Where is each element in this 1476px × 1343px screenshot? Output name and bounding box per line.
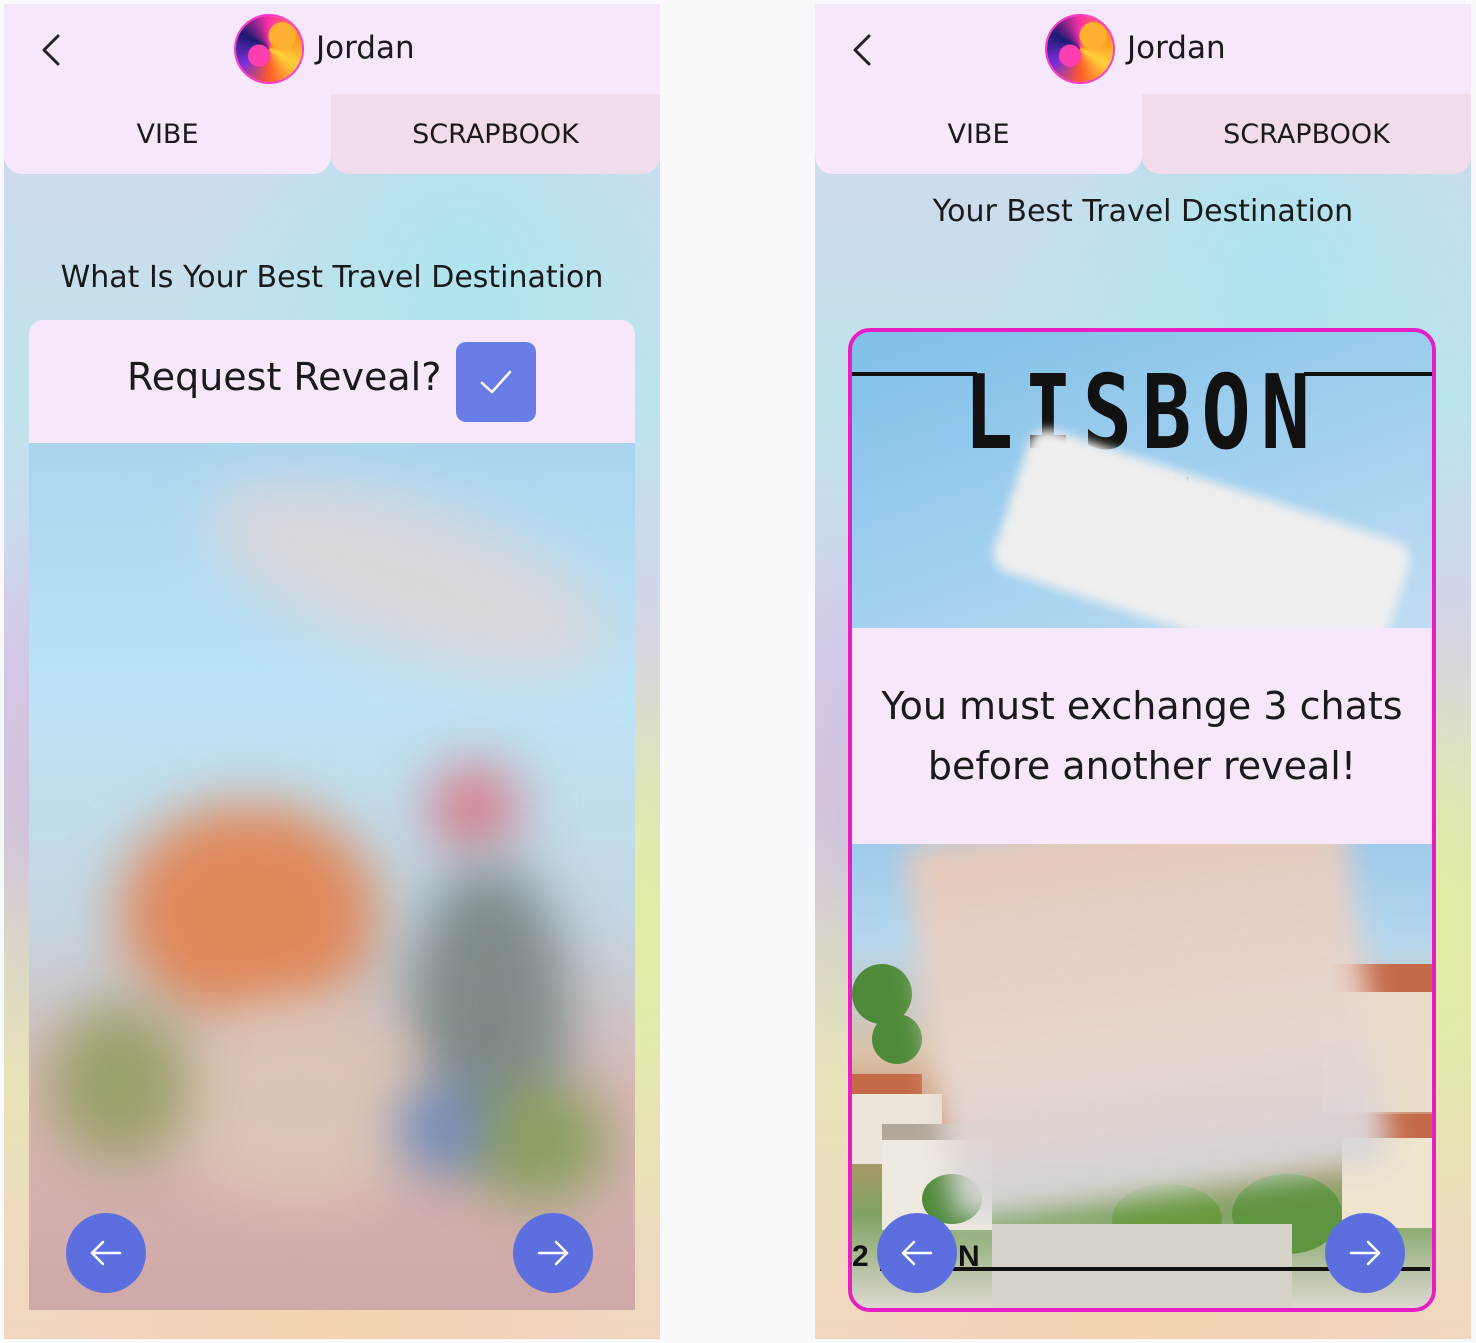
username: Jordan: [316, 30, 415, 66]
tab-scrapbook[interactable]: SCRAPBOOK: [331, 94, 660, 174]
screen-request-reveal: Jordan VIBE SCRAPBOOK What Is Your Best …: [4, 4, 660, 1339]
chevron-left-icon[interactable]: [34, 30, 70, 70]
prev-button[interactable]: [877, 1213, 957, 1293]
checkmark-icon: [480, 370, 512, 394]
arrow-right-icon: [537, 1240, 569, 1266]
poster-footer-left: 2: [852, 1240, 869, 1273]
next-button[interactable]: [513, 1213, 593, 1293]
tab-bar: VIBE SCRAPBOOK: [4, 94, 660, 174]
avatar[interactable]: [1047, 16, 1113, 82]
question-title: Your Best Travel Destination: [932, 194, 1354, 229]
reveal-limit-message: You must exchange 3 chats before another…: [852, 628, 1432, 844]
poster-footer-right: N: [958, 1240, 980, 1273]
tab-bar: VIBE SCRAPBOOK: [815, 94, 1471, 174]
message-line-1: You must exchange 3 chats: [881, 684, 1403, 728]
chevron-left-icon[interactable]: [845, 30, 881, 70]
avatar[interactable]: [236, 16, 302, 82]
poster-title: LISBON: [963, 354, 1321, 473]
top-bar: Jordan: [815, 4, 1471, 94]
arrow-left-icon: [901, 1240, 933, 1266]
arrow-right-icon: [1349, 1240, 1381, 1266]
username: Jordan: [1127, 30, 1226, 66]
blurred-overlay: [902, 844, 1392, 1223]
poster-image-top: LISBON ORTUGAL: [852, 332, 1432, 691]
request-reveal-bar: Request Reveal?: [29, 320, 635, 443]
blurred-photo: [29, 443, 635, 1310]
reveal-card: Request Reveal?: [29, 320, 635, 1310]
arrow-left-icon: [90, 1240, 122, 1266]
tab-vibe[interactable]: VIBE: [815, 94, 1142, 174]
request-reveal-checkbox[interactable]: [456, 342, 536, 422]
screen-reveal-result: Jordan VIBE SCRAPBOOK Your Best Travel D…: [815, 4, 1471, 1339]
question-title: What Is Your Best Travel Destination: [60, 260, 604, 295]
tab-scrapbook[interactable]: SCRAPBOOK: [1142, 94, 1471, 174]
request-reveal-label: Request Reveal?: [127, 355, 442, 399]
message-line-2: before another reveal!: [927, 744, 1357, 788]
next-button[interactable]: [1325, 1213, 1405, 1293]
revealed-poster-card: LISBON ORTUGAL You must exchange 3 chats…: [848, 328, 1436, 1312]
top-bar: Jordan: [4, 4, 660, 94]
tab-vibe[interactable]: VIBE: [4, 94, 331, 174]
prev-button[interactable]: [66, 1213, 146, 1293]
